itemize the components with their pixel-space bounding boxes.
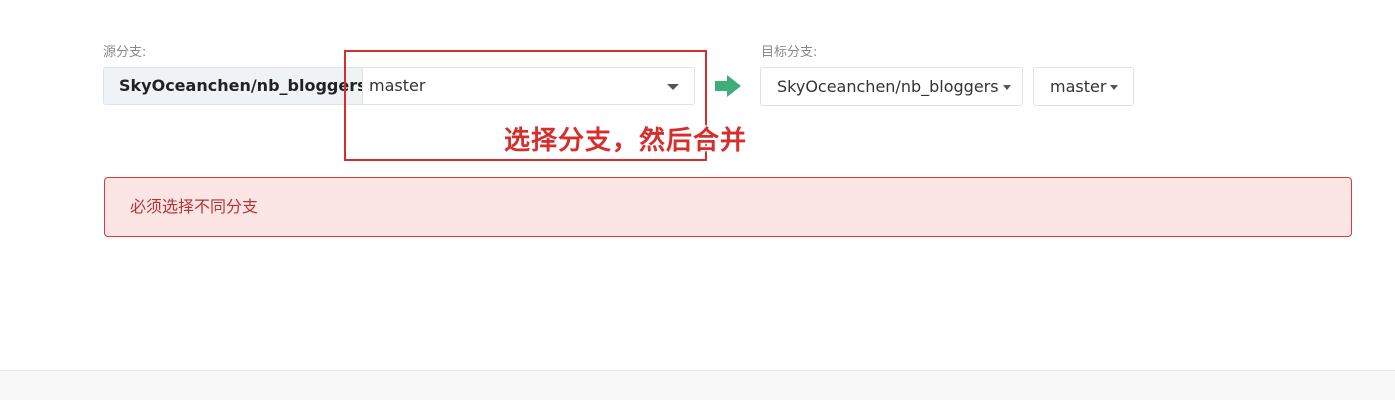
source-branch-select[interactable]: master — [362, 67, 695, 105]
target-branch-label: 目标分支: — [761, 45, 818, 60]
caret-down-icon — [667, 84, 679, 90]
source-branch-value: master — [369, 76, 426, 95]
source-branch-label: 源分支: — [103, 45, 147, 60]
source-repo-name: SkyOceanchen/nb_bloggers — [103, 67, 363, 105]
error-alert: 必须选择不同分支 — [104, 177, 1352, 237]
target-repo-value: SkyOceanchen/nb_bloggers — [777, 77, 999, 96]
target-repo-select[interactable]: SkyOceanchen/nb_bloggers — [760, 67, 1023, 106]
page-footer — [0, 370, 1395, 400]
target-branch-value: master — [1050, 77, 1107, 96]
caret-down-icon — [1110, 85, 1119, 90]
arrow-right-icon — [715, 75, 741, 97]
annotation-text: 选择分支，然后合并 — [504, 126, 748, 156]
target-branch-select[interactable]: master — [1033, 67, 1134, 106]
error-alert-message: 必须选择不同分支 — [130, 197, 259, 216]
caret-down-icon — [1002, 85, 1011, 90]
